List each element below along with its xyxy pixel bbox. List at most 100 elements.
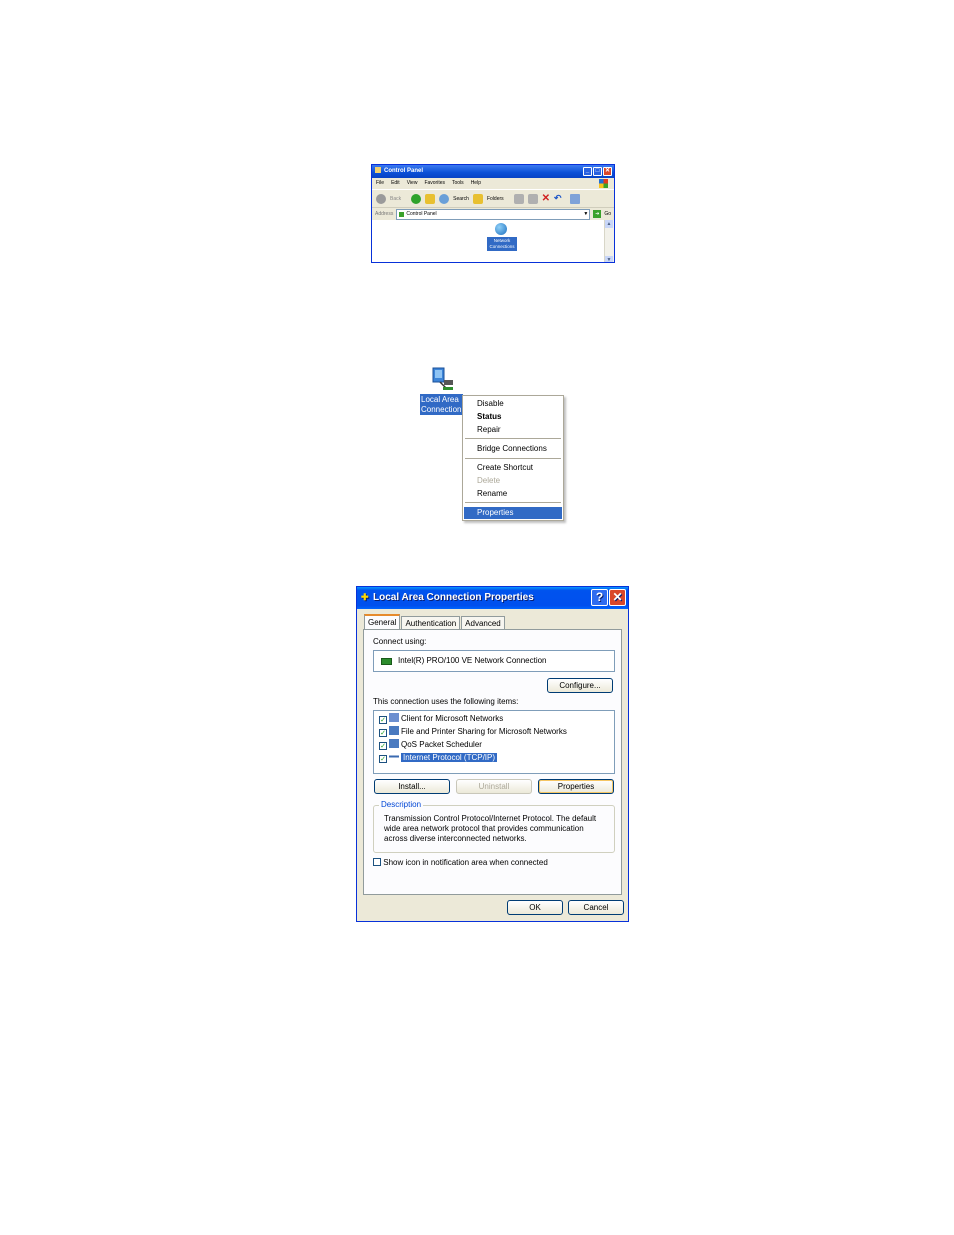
menu-item-status[interactable]: Status (477, 411, 501, 423)
address-bar: Address Control Panel ▼ ➜ Go (372, 207, 614, 220)
views-icon[interactable] (569, 193, 580, 204)
checkbox-file-sharing[interactable]: ✓ (379, 729, 387, 737)
install-button[interactable]: Install... (374, 779, 450, 794)
component-label-selected: Internet Protocol (TCP/IP) (401, 753, 498, 762)
list-item[interactable]: ✓ Internet Protocol (TCP/IP) (379, 752, 498, 764)
address-value: Control Panel (406, 211, 437, 217)
component-label: QoS Packet Scheduler (401, 740, 482, 749)
show-icon-checkbox[interactable] (373, 858, 381, 866)
connect-using-label: Connect using: (373, 637, 427, 646)
back-label[interactable]: Back (390, 196, 401, 202)
checkbox-client[interactable]: ✓ (379, 716, 387, 724)
list-item[interactable]: ✓ QoS Packet Scheduler (379, 739, 482, 751)
items-label: This connection uses the following items… (373, 697, 519, 706)
forward-arrow-icon[interactable] (411, 193, 422, 204)
folders-icon[interactable] (472, 193, 483, 204)
menu-item-rename[interactable]: Rename (477, 488, 507, 500)
menu-item-create-shortcut[interactable]: Create Shortcut (477, 462, 533, 474)
local-area-connection-icon[interactable] (429, 366, 455, 392)
properties-dialog: ✚ Local Area Connection Properties ? ✕ G… (356, 586, 629, 922)
toolbar: Back Search Folders ✕ ↶ (372, 189, 614, 207)
windows-logo-icon (599, 179, 608, 188)
show-icon-label: Show icon in notification area when conn… (383, 858, 548, 867)
address-field[interactable]: Control Panel ▼ (396, 208, 591, 220)
adapter-name: Intel(R) PRO/100 VE Network Connection (398, 656, 547, 665)
protocol-icon (389, 752, 399, 761)
list-item[interactable]: ✓ Client for Microsoft Networks (379, 713, 503, 725)
copy-to-icon[interactable] (527, 193, 538, 204)
folder-icon (375, 167, 381, 173)
configure-button[interactable]: Configure... (547, 678, 613, 693)
search-icon[interactable] (439, 193, 450, 204)
move-to-icon[interactable] (513, 193, 524, 204)
window-title: Control Panel (384, 168, 424, 174)
close-button[interactable]: ✕ (609, 589, 626, 606)
menu-item-bridge-connections[interactable]: Bridge Connections (477, 443, 547, 455)
control-panel-window: Control Panel _ □ ✕ File Edit View Favor… (371, 164, 615, 263)
menu-separator (465, 502, 561, 503)
maximize-button[interactable]: □ (593, 167, 602, 176)
search-label[interactable]: Search (453, 196, 469, 202)
context-menu: Disable Status Repair Bridge Connections… (462, 395, 564, 521)
undo-icon[interactable]: ↶ (554, 193, 562, 204)
adapter-field: Intel(R) PRO/100 VE Network Connection (373, 650, 615, 672)
network-icon: ✚ (361, 592, 369, 602)
cancel-button[interactable]: Cancel (568, 900, 624, 915)
close-button[interactable]: ✕ (603, 167, 612, 176)
description-text: Transmission Control Protocol/Internet P… (384, 814, 597, 843)
components-list[interactable]: ✓ Client for Microsoft Networks ✓ File and… (373, 710, 615, 774)
local-area-connection-label[interactable]: Local Area Connection (420, 394, 463, 415)
tab-advanced[interactable]: Advanced (461, 616, 505, 630)
vertical-scrollbar[interactable]: ▲ ▼ (604, 220, 614, 262)
delete-icon[interactable]: ✕ (542, 193, 550, 204)
properties-button[interactable]: Properties (538, 779, 614, 794)
go-arrow-icon[interactable]: ➜ (593, 210, 602, 218)
content-area: Network Connections ▲ ▼ (372, 220, 614, 262)
menu-edit[interactable]: Edit (391, 178, 400, 189)
help-button[interactable]: ? (591, 589, 608, 606)
control-panel-icon (399, 211, 405, 217)
network-connections-icon[interactable] (495, 223, 507, 235)
checkbox-tcpip[interactable]: ✓ (379, 755, 387, 763)
menu-separator (465, 438, 561, 439)
menu-item-disable[interactable]: Disable (477, 398, 504, 410)
service-icon (389, 739, 399, 748)
up-folder-icon[interactable] (425, 193, 436, 204)
tab-authentication[interactable]: Authentication (401, 616, 461, 630)
component-label: Client for Microsoft Networks (401, 714, 504, 723)
address-dropdown-icon[interactable]: ▼ (583, 211, 589, 217)
dialog-title-bar: ✚ Local Area Connection Properties ? ✕ (357, 587, 628, 609)
checkbox-qos[interactable]: ✓ (379, 742, 387, 750)
menu-separator (465, 458, 561, 459)
client-icon (389, 713, 399, 722)
description-group: Description Transmission Control Protoco… (373, 800, 615, 853)
general-tab-panel: Connect using: Intel(R) PRO/100 VE Netwo… (363, 629, 622, 895)
menu-help[interactable]: Help (471, 178, 481, 189)
minimize-button[interactable]: _ (583, 167, 592, 176)
go-label[interactable]: Go (604, 211, 614, 217)
menu-view[interactable]: View (407, 178, 418, 189)
title-bar: Control Panel _ □ ✕ (372, 165, 614, 178)
ok-button[interactable]: OK (507, 900, 563, 915)
menu-tools[interactable]: Tools (452, 178, 464, 189)
list-item[interactable]: ✓ File and Printer Sharing for Microsoft … (379, 726, 567, 738)
address-label: Address (375, 211, 394, 217)
scroll-up-icon[interactable]: ▲ (605, 220, 613, 228)
back-arrow-icon[interactable] (376, 193, 386, 204)
menu-item-repair[interactable]: Repair (477, 424, 501, 436)
menu-favorites[interactable]: Favorites (424, 178, 445, 189)
network-connections-label[interactable]: Network Connections (487, 237, 517, 251)
dialog-title: Local Area Connection Properties (373, 592, 534, 603)
uninstall-button: Uninstall (456, 779, 532, 794)
show-icon-option[interactable]: Show icon in notification area when conn… (373, 858, 548, 867)
description-title: Description (379, 800, 424, 809)
menu-bar: File Edit View Favorites Tools Help (372, 178, 614, 189)
folders-label[interactable]: Folders (487, 196, 504, 202)
scroll-down-icon[interactable]: ▼ (605, 256, 613, 262)
network-adapter-icon (381, 658, 392, 665)
menu-item-delete: Delete (477, 476, 501, 485)
menu-file[interactable]: File (376, 178, 384, 189)
menu-item-properties[interactable]: Properties (464, 507, 562, 519)
component-label: File and Printer Sharing for Microsoft N… (401, 727, 567, 736)
service-icon (389, 726, 399, 735)
